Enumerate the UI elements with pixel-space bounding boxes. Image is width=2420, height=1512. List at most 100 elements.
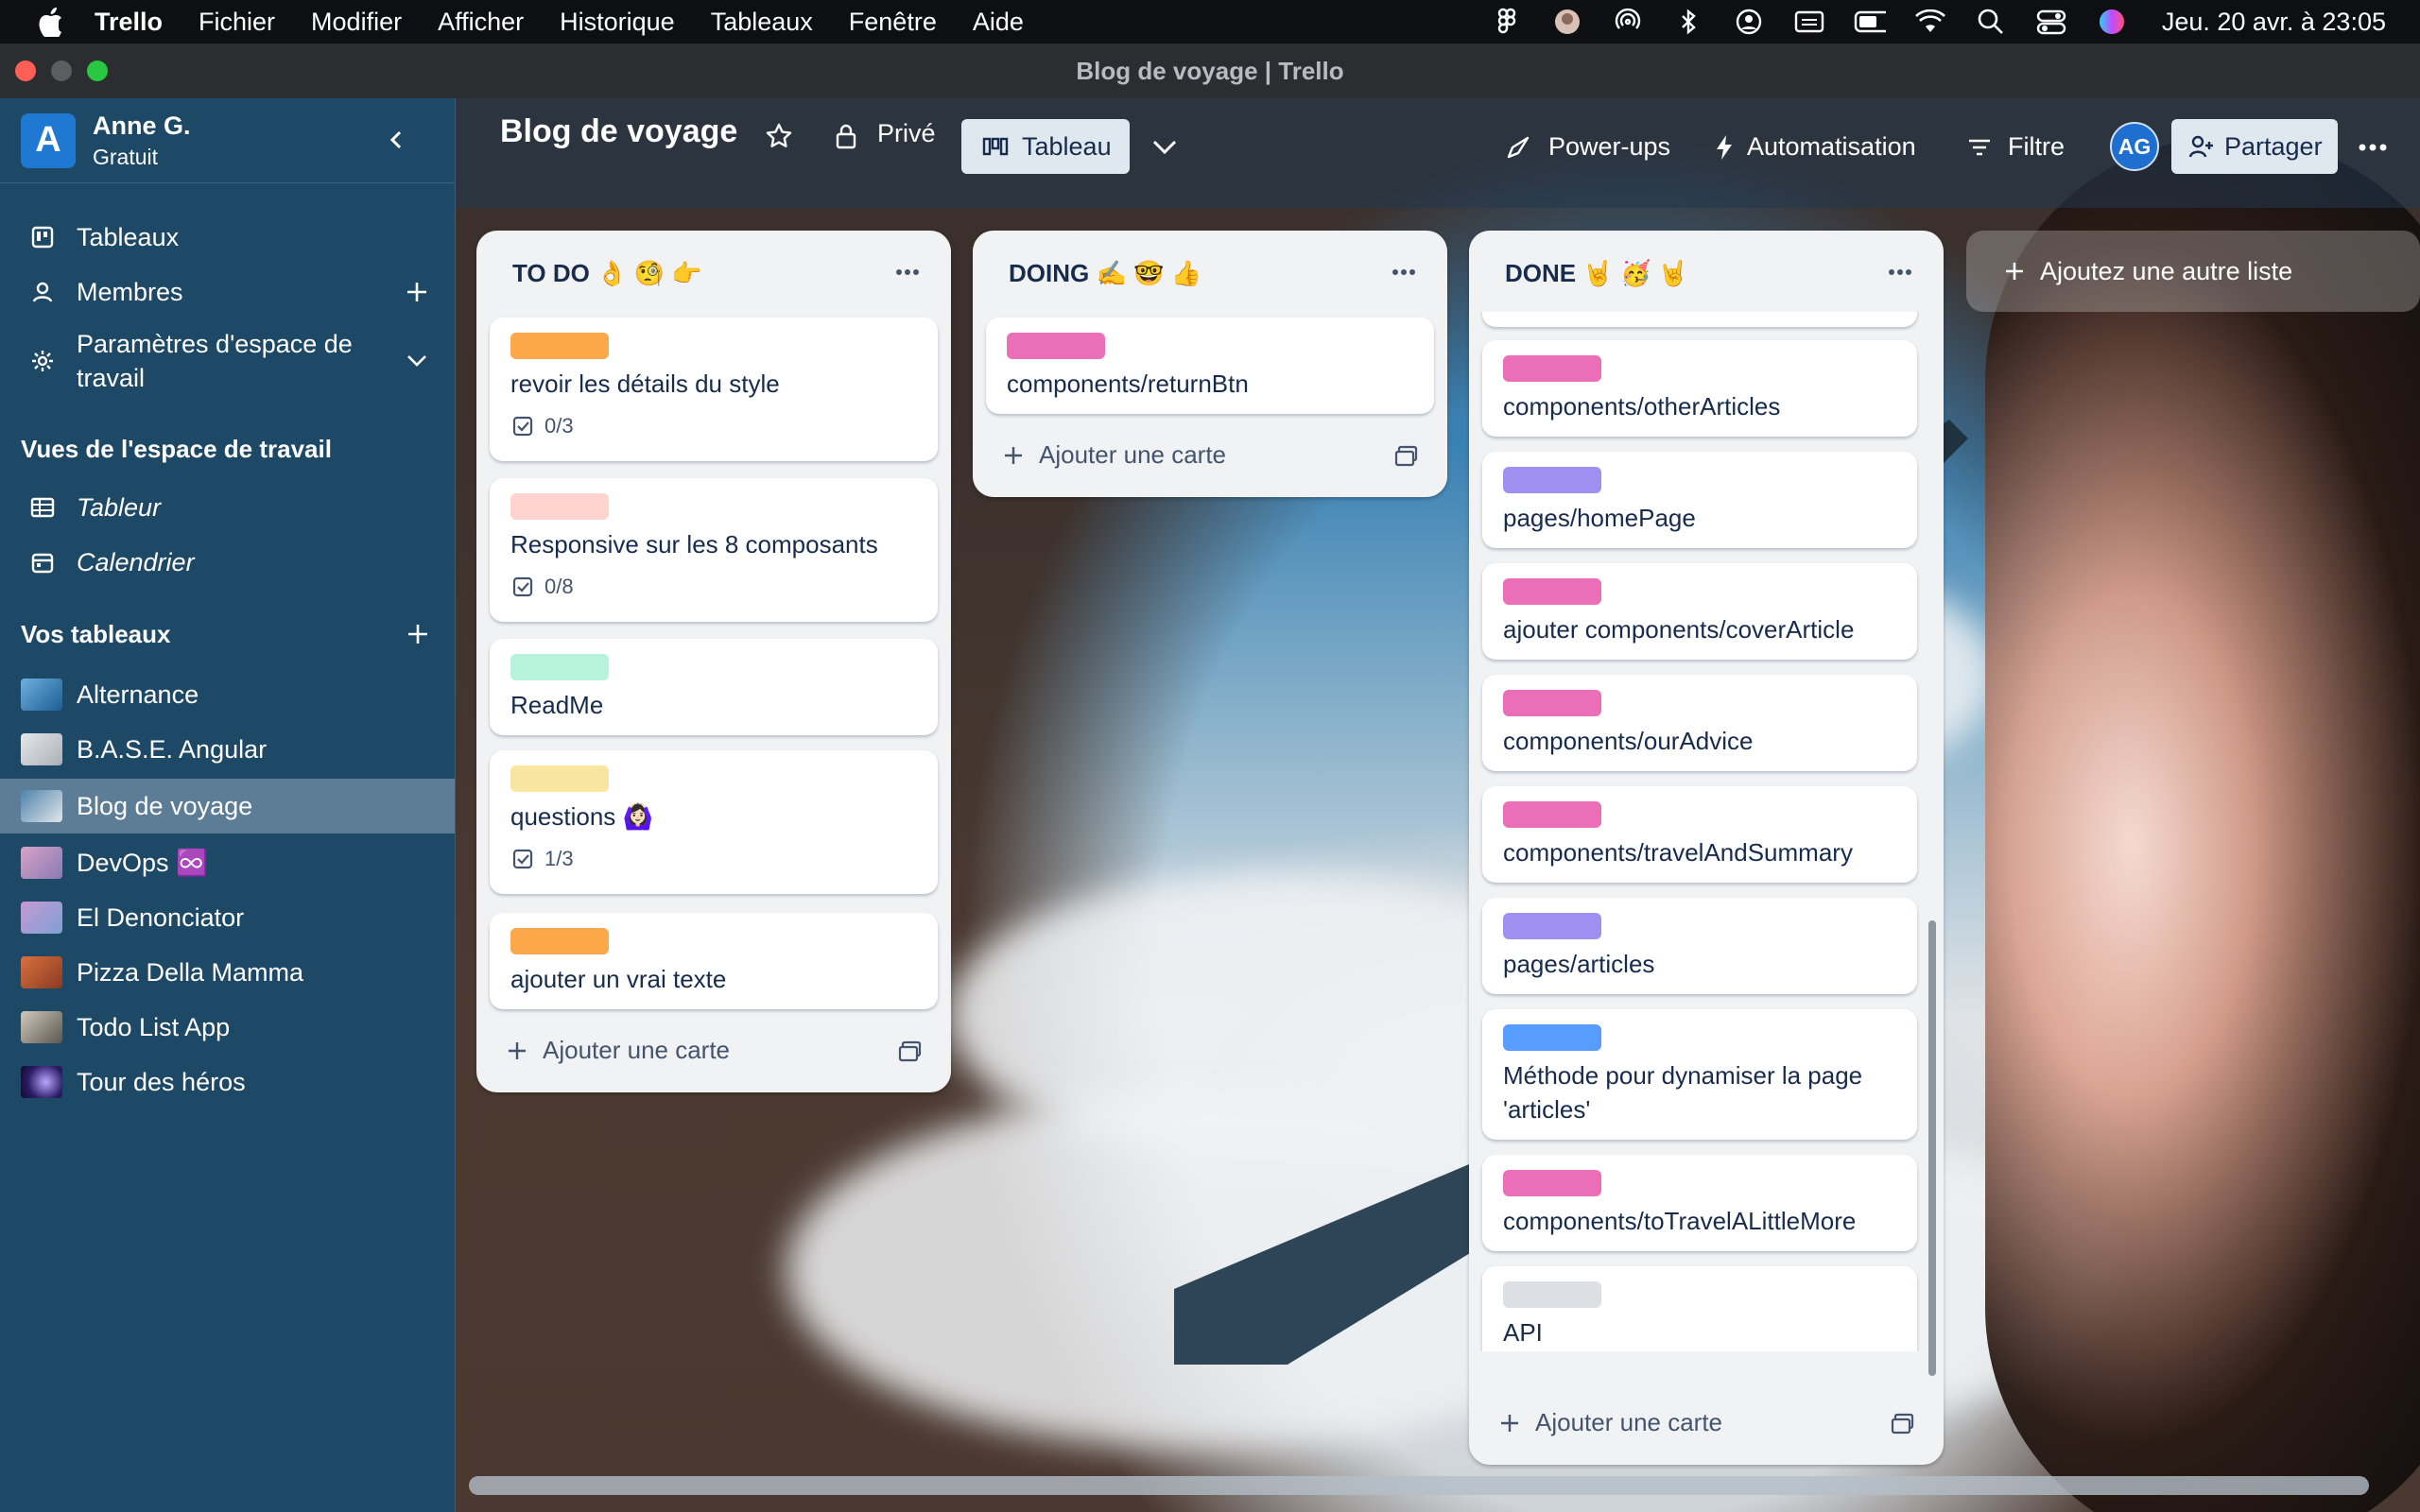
plus-icon xyxy=(1495,1409,1524,1437)
board-horizontal-scrollbar[interactable] xyxy=(469,1476,2369,1495)
search-icon[interactable] xyxy=(1975,6,2007,38)
card[interactable]: components/returnBtn xyxy=(986,318,1434,414)
menu-afficher[interactable]: Afficher xyxy=(438,8,524,37)
lightning-icon xyxy=(1705,129,1743,166)
sidebar-item-label: Paramètres d'espace de travail xyxy=(77,330,353,392)
card-partially-hidden[interactable] xyxy=(1482,312,1917,327)
create-board-plus-icon[interactable] xyxy=(402,618,434,650)
sidebar-board-blog-de-voyage[interactable]: Blog de voyage xyxy=(0,779,455,833)
card[interactable]: revoir les détails du style 0/3 xyxy=(490,318,938,461)
card-label xyxy=(1503,801,1601,828)
board-title[interactable]: Blog de voyage xyxy=(500,113,737,150)
sidebar-item-parametres[interactable]: Paramètres d'espace de travail xyxy=(0,323,454,399)
add-card-button[interactable]: Ajouter une carte xyxy=(999,440,1226,470)
card[interactable]: components/toTravelALittleMore xyxy=(1482,1155,1917,1251)
add-card-button[interactable]: Ajouter une carte xyxy=(503,1036,730,1065)
close-window-button[interactable] xyxy=(15,60,36,81)
list-menu-icon[interactable] xyxy=(889,253,926,291)
sidebar-board-base-angular[interactable]: B.A.S.E. Angular xyxy=(0,722,455,777)
member-avatar[interactable]: AG xyxy=(2110,122,2159,171)
card-label xyxy=(1503,690,1601,716)
window-controls xyxy=(15,60,108,81)
list-title[interactable]: DONE 🤘 🥳 🤘 xyxy=(1505,259,1688,288)
share-button[interactable]: Partager xyxy=(2171,119,2338,174)
card-template-icon[interactable] xyxy=(1392,442,1421,471)
card[interactable]: pages/articles xyxy=(1482,898,1917,994)
list-cards-scroll-area[interactable]: components/otherArticles pages/homePage … xyxy=(1469,312,1944,1351)
user-account-icon[interactable] xyxy=(1733,6,1765,38)
sidebar-board-label: El Denonciator xyxy=(77,902,245,932)
siri-icon[interactable] xyxy=(2096,6,2128,38)
card-template-icon[interactable] xyxy=(896,1038,925,1066)
keyboard-date-icon[interactable] xyxy=(1793,6,1825,38)
card[interactable]: pages/homePage xyxy=(1482,452,1917,548)
card[interactable]: questions 🙆🏻‍♀️ 1/3 xyxy=(490,750,938,894)
list-title[interactable]: TO DO 👌 🧐 👉 xyxy=(512,259,702,288)
more-options-icon[interactable] xyxy=(2354,129,2392,166)
figma-icon[interactable] xyxy=(1491,6,1523,38)
apple-icon[interactable] xyxy=(36,6,64,38)
star-icon[interactable] xyxy=(760,117,798,155)
card-label xyxy=(1503,913,1601,939)
card[interactable]: ajouter components/coverArticle xyxy=(1482,563,1917,660)
card-title: Responsive sur les 8 composants xyxy=(510,530,878,558)
list-title[interactable]: DOING ✍️ 🤓 👍 xyxy=(1009,259,1201,288)
sidebar-board-todo-list-app[interactable]: Todo List App xyxy=(0,1000,455,1055)
profile-photo-icon[interactable] xyxy=(1551,6,1583,38)
menu-modifier[interactable]: Modifier xyxy=(311,8,402,37)
lock-icon xyxy=(827,117,865,155)
list-scrollbar[interactable] xyxy=(1928,920,1936,1376)
add-member-plus-icon[interactable] xyxy=(401,276,433,308)
card[interactable]: API xyxy=(1482,1266,1917,1351)
sidebar-board-pizza-della-mamma[interactable]: Pizza Della Mamma xyxy=(0,945,455,1000)
minimize-window-button[interactable] xyxy=(51,60,72,81)
sidebar-board-devops[interactable]: DevOps ♾️ xyxy=(0,835,455,890)
card-template-icon[interactable] xyxy=(1889,1410,1917,1438)
battery-icon[interactable] xyxy=(1854,6,1886,38)
menu-fichier[interactable]: Fichier xyxy=(199,8,275,37)
chevron-down-icon[interactable] xyxy=(1146,129,1184,166)
chevron-down-icon[interactable] xyxy=(401,345,433,377)
power-ups-button[interactable]: Power-ups xyxy=(1548,132,1670,162)
collapse-sidebar-button[interactable] xyxy=(375,119,417,161)
sidebar-board-alternance[interactable]: Alternance xyxy=(0,667,455,722)
automation-button[interactable]: Automatisation xyxy=(1747,132,1916,162)
menu-fenetre[interactable]: Fenêtre xyxy=(849,8,937,37)
menu-tableaux[interactable]: Tableaux xyxy=(711,8,813,37)
sidebar-board-tour-des-heros[interactable]: Tour des héros xyxy=(0,1055,455,1109)
checklist-badge: 0/8 xyxy=(510,575,574,599)
control-center-icon[interactable] xyxy=(2035,6,2067,38)
sidebar-board-el-denonciator[interactable]: El Denonciator xyxy=(0,890,455,945)
view-tableau-button[interactable]: Tableau xyxy=(961,119,1130,174)
sidebar-item-tableaux[interactable]: Tableaux xyxy=(0,214,454,261)
checklist-badge: 0/3 xyxy=(510,414,574,438)
menu-aide[interactable]: Aide xyxy=(973,8,1024,37)
bluetooth-icon[interactable] xyxy=(1672,6,1704,38)
zoom-window-button[interactable] xyxy=(87,60,108,81)
workspace-views-heading: Vues de l'espace de travail xyxy=(21,435,332,463)
menubar-clock[interactable]: Jeu. 20 avr. à 23:05 xyxy=(2162,8,2386,37)
card[interactable]: Responsive sur les 8 composants 0/8 xyxy=(490,478,938,622)
add-card-button[interactable]: Ajouter une carte xyxy=(1495,1408,1722,1437)
card[interactable]: components/otherArticles xyxy=(1482,340,1917,437)
visibility-button[interactable]: Privé xyxy=(877,119,936,148)
sidebar-item-calendrier[interactable]: Calendrier xyxy=(0,539,454,586)
menu-app-name[interactable]: Trello xyxy=(95,8,163,37)
sidebar-item-tableur[interactable]: Tableur xyxy=(0,484,454,531)
card[interactable]: ajouter un vrai texte xyxy=(490,913,938,1009)
card-label xyxy=(1503,578,1601,605)
card[interactable]: ReadMe xyxy=(490,639,938,735)
board-header: Blog de voyage Privé Tableau Power-ups A… xyxy=(456,98,2420,208)
card[interactable]: Méthode pour dynamiser la page 'articles… xyxy=(1482,1009,1917,1140)
filter-button[interactable]: Filtre xyxy=(2008,132,2065,162)
menu-historique[interactable]: Historique xyxy=(560,8,675,37)
card-label xyxy=(510,333,609,359)
list-menu-icon[interactable] xyxy=(1881,253,1919,291)
add-list-button[interactable]: Ajoutez une autre liste xyxy=(1966,231,2420,312)
sidebar-item-membres[interactable]: Membres xyxy=(0,268,454,316)
airdrop-icon[interactable] xyxy=(1612,6,1644,38)
list-menu-icon[interactable] xyxy=(1385,253,1423,291)
card[interactable]: components/ourAdvice xyxy=(1482,675,1917,771)
card[interactable]: components/travelAndSummary xyxy=(1482,786,1917,883)
wifi-icon[interactable] xyxy=(1914,6,1946,38)
